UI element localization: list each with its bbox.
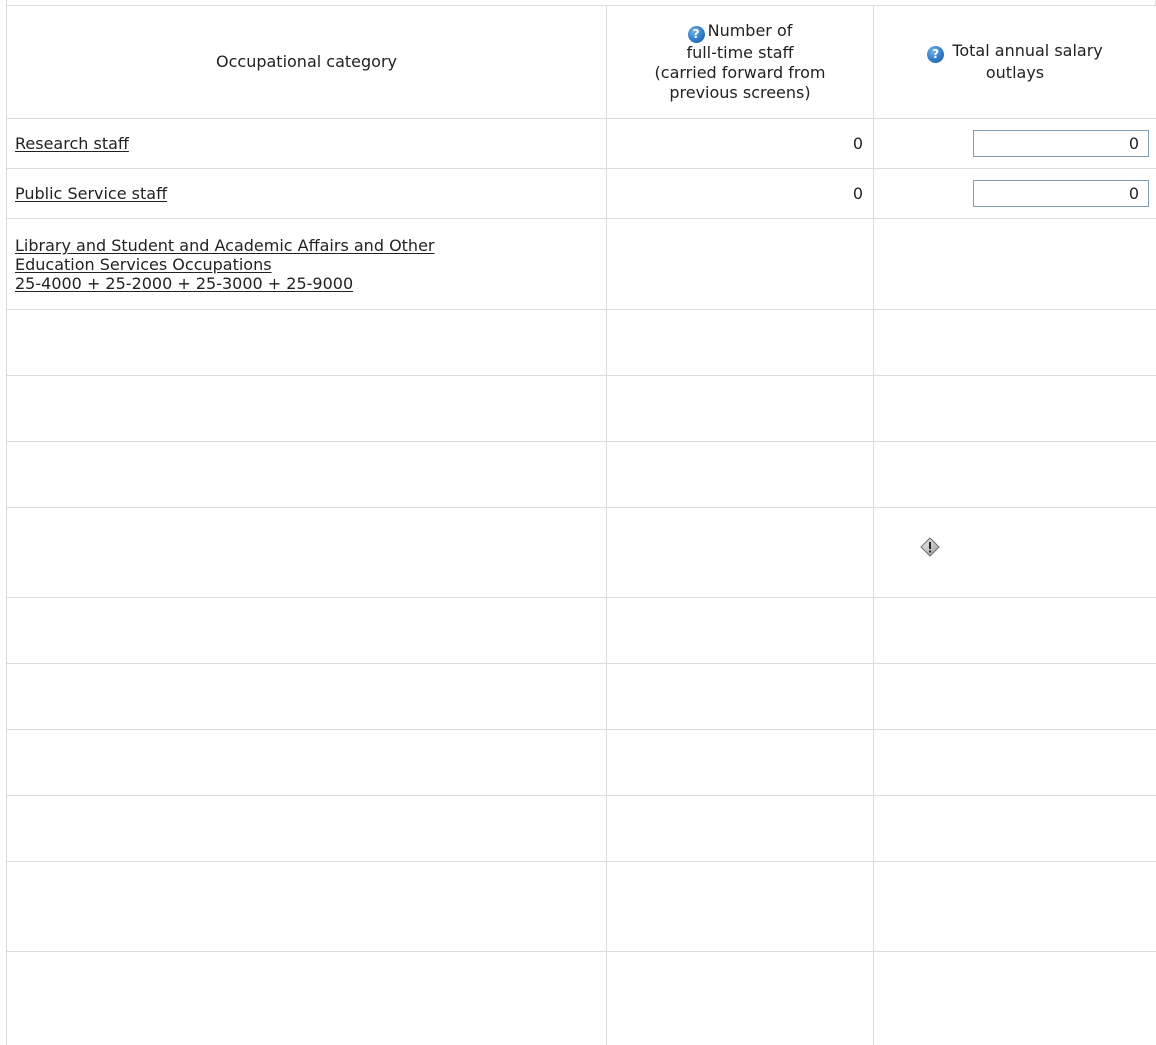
- category-cell: Research staff: [6, 118, 607, 169]
- empty-cell: [873, 795, 1156, 862]
- public-service-staff-salary-input[interactable]: [973, 180, 1149, 207]
- header-full-time-line-2: full-time staff: [686, 43, 794, 62]
- salary-cell: [873, 118, 1156, 169]
- header-full-time-line-3: (carried forward from: [654, 63, 826, 82]
- header-full-time-staff: ? Number of full-time staff (carried forw…: [606, 5, 874, 119]
- empty-cell: [6, 861, 607, 952]
- table-row: [6, 309, 1156, 376]
- empty-cell: [606, 795, 874, 862]
- public-service-staff-link[interactable]: Public Service staff: [15, 184, 606, 203]
- empty-cell: [606, 309, 874, 376]
- empty-cell: [606, 597, 874, 664]
- table-row: [6, 441, 1156, 508]
- salary-outlays-form: Occupational category ? Number of full-ti…: [0, 0, 1156, 1045]
- empty-cell: [6, 441, 607, 508]
- category-line-1: Library and Student and Academic Affairs…: [15, 235, 435, 255]
- library-student-academic-link[interactable]: Library and Student and Academic Affairs…: [15, 236, 606, 293]
- public-service-staff-fulltime-value: 0: [606, 168, 874, 219]
- empty-cell: [606, 218, 874, 310]
- empty-cell: [606, 861, 874, 952]
- table-row: [6, 729, 1156, 796]
- header-full-time-line-1: Number of: [707, 21, 793, 40]
- category-line-3: 25-4000 + 25-2000 + 25-3000 + 25-9000: [15, 273, 354, 293]
- empty-cell: [6, 597, 607, 664]
- research-staff-salary-input[interactable]: [973, 130, 1149, 157]
- table-row: [6, 795, 1156, 862]
- empty-cell: [6, 729, 607, 796]
- salary-outlays-help-icon[interactable]: ?: [927, 46, 945, 63]
- empty-cell: [873, 861, 1156, 952]
- empty-cell: [873, 951, 1156, 1045]
- empty-cell: [6, 309, 607, 376]
- salary-cell: [873, 168, 1156, 219]
- warning-diamond-icon: [920, 537, 940, 557]
- empty-cell: [6, 663, 607, 730]
- empty-cell: [6, 507, 607, 598]
- empty-cell: [873, 441, 1156, 508]
- empty-cell: [873, 309, 1156, 376]
- research-staff-link[interactable]: Research staff: [15, 134, 606, 153]
- header-full-time-line-4: previous screens): [669, 83, 811, 102]
- table-row: [6, 951, 1156, 1045]
- header-occupational-category-label: Occupational category: [216, 52, 397, 71]
- research-staff-fulltime-value: 0: [606, 118, 874, 169]
- empty-cell: [873, 663, 1156, 730]
- table-row: [6, 663, 1156, 730]
- table-row: [6, 861, 1156, 952]
- category-line-2: Education Services Occupations: [15, 254, 272, 274]
- empty-cell: [873, 729, 1156, 796]
- empty-cell: [873, 218, 1156, 310]
- header-total-annual-salary: ? Total annual salary outlays: [873, 5, 1156, 119]
- table-row-public-service-staff: Public Service staff 0: [6, 168, 1156, 219]
- empty-cell: [873, 597, 1156, 664]
- empty-cell: [606, 951, 874, 1045]
- full-time-staff-help-icon[interactable]: ?: [687, 26, 705, 43]
- category-cell: Public Service staff: [6, 168, 607, 219]
- warning-cell: [873, 507, 1156, 598]
- empty-cell: [6, 375, 607, 442]
- table-row-library-student-academic: Library and Student and Academic Affairs…: [6, 218, 1156, 310]
- empty-cell: [6, 795, 607, 862]
- category-cell: Library and Student and Academic Affairs…: [6, 218, 607, 310]
- empty-cell: [606, 663, 874, 730]
- empty-cell: [6, 951, 607, 1045]
- table-row-warning: [6, 507, 1156, 598]
- empty-cell: [606, 441, 874, 508]
- header-salary-line-2: outlays: [985, 63, 1045, 82]
- table-row-research-staff: Research staff 0: [6, 118, 1156, 169]
- table-row: [6, 597, 1156, 664]
- empty-cell: [873, 375, 1156, 442]
- table-header-row: Occupational category ? Number of full-ti…: [6, 5, 1156, 119]
- header-occupational-category: Occupational category: [6, 5, 607, 119]
- table-row: [6, 375, 1156, 442]
- empty-cell: [606, 729, 874, 796]
- empty-cell: [606, 375, 874, 442]
- header-salary-line-1: Total annual salary: [952, 41, 1103, 60]
- salary-outlays-table: Occupational category ? Number of full-ti…: [6, 5, 1156, 1045]
- empty-cell: [606, 507, 874, 598]
